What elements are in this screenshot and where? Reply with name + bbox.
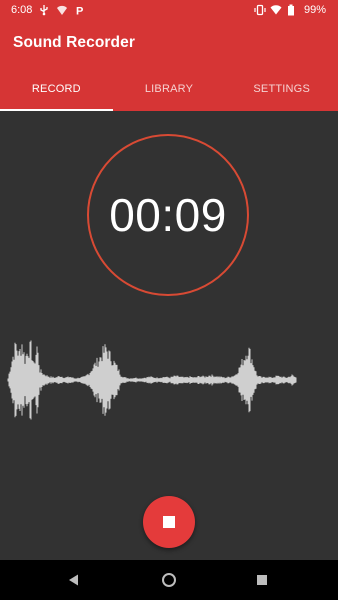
home-circle-icon bbox=[162, 573, 176, 587]
nav-home-button[interactable] bbox=[149, 560, 189, 600]
battery-icon bbox=[287, 4, 299, 16]
tab-settings[interactable]: SETTINGS bbox=[225, 70, 338, 111]
tab-active-indicator bbox=[0, 109, 113, 111]
back-triangle-icon bbox=[69, 574, 78, 586]
battery-percentage: 99% bbox=[303, 4, 326, 16]
usb-notification-icon bbox=[38, 4, 50, 16]
status-bar-left: 6:08 P bbox=[11, 0, 86, 20]
elapsed-timer: 00:09 bbox=[109, 189, 227, 241]
status-time: 6:08 bbox=[11, 4, 33, 16]
stop-recording-button[interactable] bbox=[143, 496, 195, 548]
status-bar: 6:08 P 99% bbox=[0, 0, 338, 20]
wifi-icon bbox=[270, 4, 282, 16]
tab-bar: RECORD LIBRARY SETTINGS bbox=[0, 70, 338, 111]
vibrate-icon bbox=[253, 4, 266, 16]
navigation-bar bbox=[0, 560, 338, 600]
app-title: Sound Recorder bbox=[13, 34, 135, 51]
audio-waveform bbox=[7, 340, 297, 420]
svg-text:P: P bbox=[76, 6, 83, 17]
app-toolbar: Sound Recorder bbox=[0, 20, 338, 70]
tab-record-label: RECORD bbox=[31, 83, 81, 95]
nav-recents-button[interactable] bbox=[242, 560, 282, 600]
tab-record[interactable]: RECORD bbox=[0, 70, 113, 111]
recents-square-icon bbox=[257, 575, 267, 585]
cast-notification-icon bbox=[56, 4, 68, 16]
tab-library[interactable]: LIBRARY bbox=[113, 70, 226, 111]
status-bar-right: 99% bbox=[253, 0, 326, 20]
tab-settings-label: SETTINGS bbox=[253, 83, 310, 95]
stop-icon bbox=[163, 516, 175, 528]
nav-back-button[interactable] bbox=[54, 560, 94, 600]
tab-library-label: LIBRARY bbox=[144, 83, 194, 95]
p-notification-icon: P bbox=[74, 4, 86, 18]
